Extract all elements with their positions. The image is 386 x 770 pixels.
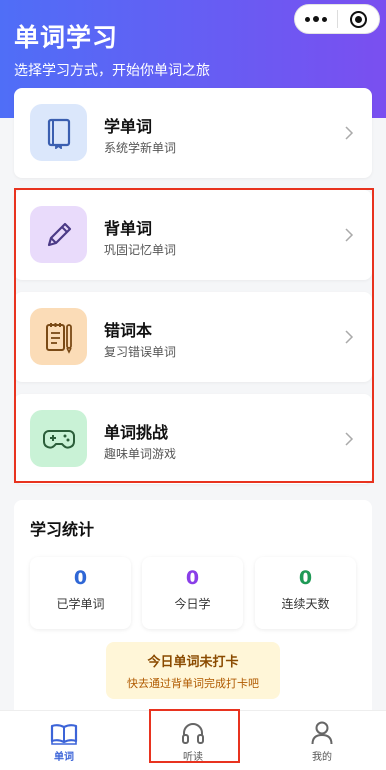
stat-label: 连续天数 xyxy=(281,597,330,611)
card-title: 背单词 xyxy=(104,219,153,238)
card-word-challenge[interactable]: 单词挑战 趣味单词游戏 xyxy=(14,394,372,484)
stat-today: 0 今日学 xyxy=(142,557,243,629)
checkin-title: 今日单词未打卡 xyxy=(147,655,239,670)
card-title: 错词本 xyxy=(104,321,153,340)
chevron-right-icon xyxy=(345,330,354,344)
card-desc: 复习错误单词 xyxy=(104,345,177,359)
open-book-icon xyxy=(0,715,128,745)
notepad-icon xyxy=(30,308,87,365)
card-desc: 巩固记忆单词 xyxy=(104,243,177,257)
bottom-tab-bar: 单词 听读 我的 xyxy=(0,710,386,770)
stat-streak-days: 0 连续天数 xyxy=(255,557,356,629)
page-subtitle: 选择学习方式，开始你单词之旅 xyxy=(14,63,210,79)
stat-value: 0 xyxy=(185,567,200,589)
chevron-right-icon xyxy=(345,126,354,140)
book-icon xyxy=(30,104,87,161)
checkin-reminder[interactable]: 今日单词未打卡 快去通过背单词完成打卡吧 xyxy=(106,642,280,699)
stat-learned-words: 0 已学单词 xyxy=(30,557,131,629)
card-desc: 系统学新单词 xyxy=(104,141,177,155)
card-learn-words[interactable]: 学单词 系统学新单词 xyxy=(14,88,372,178)
more-dots-icon[interactable] xyxy=(295,4,337,34)
chevron-right-icon xyxy=(345,228,354,242)
checkin-subtitle: 快去通过背单词完成打卡吧 xyxy=(127,677,259,690)
stat-value: 0 xyxy=(73,567,88,589)
tab-mine[interactable]: 我的 xyxy=(258,711,386,770)
card-title: 学单词 xyxy=(104,117,153,136)
mini-program-capsule xyxy=(294,4,380,34)
card-title: 单词挑战 xyxy=(104,423,169,442)
user-icon xyxy=(258,715,386,745)
tab-label: 单词 xyxy=(54,752,74,763)
tab-listen-read[interactable]: 听读 xyxy=(129,711,257,770)
stat-label: 已学单词 xyxy=(56,597,105,611)
pencil-icon xyxy=(30,206,87,263)
gamepad-icon xyxy=(30,410,87,467)
headphones-icon xyxy=(129,715,257,745)
card-desc: 趣味单词游戏 xyxy=(104,447,177,461)
stat-label: 今日学 xyxy=(174,597,211,611)
stats-title: 学习统计 xyxy=(30,520,95,539)
stat-value: 0 xyxy=(298,567,313,589)
target-close-icon[interactable] xyxy=(338,4,379,34)
chevron-right-icon xyxy=(345,432,354,446)
card-mistake-book[interactable]: 错词本 复习错误单词 xyxy=(14,292,372,382)
card-memorize-words[interactable]: 背单词 巩固记忆单词 xyxy=(14,190,372,280)
page-title: 单词学习 xyxy=(14,23,119,52)
tab-label: 我的 xyxy=(312,752,332,763)
tab-words[interactable]: 单词 xyxy=(0,711,128,770)
tab-label: 听读 xyxy=(183,752,203,763)
